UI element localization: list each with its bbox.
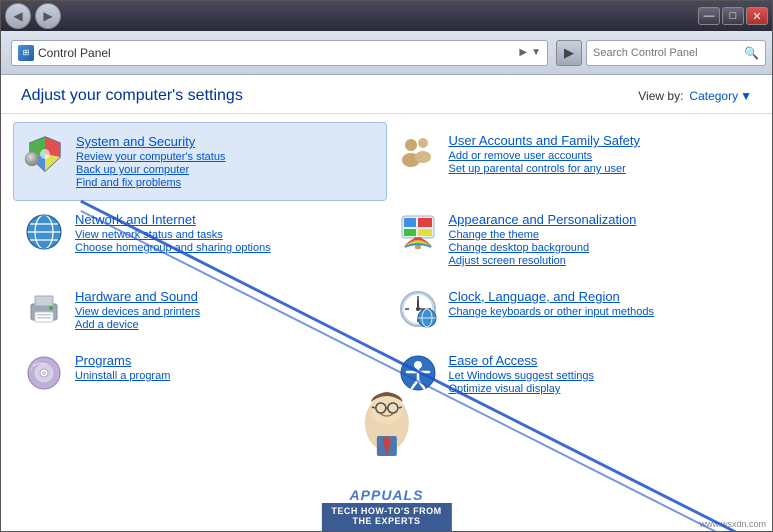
watermark-label: APPUALS bbox=[321, 488, 451, 503]
panel-text-network: Network and Internet View network status… bbox=[75, 211, 377, 255]
address-text: Control Panel bbox=[38, 46, 515, 60]
content-header: Adjust your computer's settings View by:… bbox=[1, 75, 772, 114]
panel-icon-network bbox=[23, 211, 65, 253]
panel-link-system-1[interactable]: Review your computer's status bbox=[76, 151, 376, 163]
panel-network[interactable]: Network and Internet View network status… bbox=[13, 201, 387, 278]
toolbar: ⊞ Control Panel ▶ ▼ ▶ 🔍 bbox=[1, 31, 772, 75]
watermark: APPUALS TECH HOW-TO'S FROMTHE EXPERTS bbox=[321, 388, 451, 531]
back-button[interactable]: ◀ bbox=[5, 3, 31, 29]
panel-link-hardware-1[interactable]: View devices and printers bbox=[75, 306, 377, 318]
panel-link-clock-1[interactable]: Change keyboards or other input methods bbox=[449, 306, 751, 318]
view-by-control: View by: Category ▼ bbox=[638, 89, 752, 103]
forward-button[interactable]: ▶ bbox=[35, 3, 61, 29]
watermark-figure bbox=[326, 388, 446, 488]
window-controls: — □ ✕ bbox=[698, 7, 768, 25]
wsxdn-label: www.wsxdn.com bbox=[699, 519, 766, 529]
panel-title-programs[interactable]: Programs bbox=[75, 353, 131, 368]
page-title: Adjust your computer's settings bbox=[21, 87, 243, 105]
panel-appearance[interactable]: Appearance and Personalization Change th… bbox=[387, 201, 761, 278]
panel-icon-system bbox=[24, 133, 66, 175]
panel-hardware[interactable]: Hardware and Sound View devices and prin… bbox=[13, 278, 387, 342]
panel-title-system[interactable]: System and Security bbox=[76, 134, 195, 149]
watermark-sublabel: TECH HOW-TO'S FROMTHE EXPERTS bbox=[321, 503, 451, 531]
search-icon: 🔍 bbox=[744, 46, 759, 60]
title-bar-left: ◀ ▶ bbox=[5, 3, 61, 29]
panel-link-users-1[interactable]: Add or remove user accounts bbox=[449, 150, 751, 162]
panel-link-network-2[interactable]: Choose homegroup and sharing options bbox=[75, 242, 377, 254]
panel-link-ease-2[interactable]: Optimize visual display bbox=[449, 383, 751, 395]
panel-title-clock[interactable]: Clock, Language, and Region bbox=[449, 289, 620, 304]
viewby-arrow: ▼ bbox=[740, 89, 752, 103]
address-icon: ⊞ bbox=[18, 45, 34, 61]
panel-link-ease-1[interactable]: Let Windows suggest settings bbox=[449, 370, 751, 382]
panel-title-appearance[interactable]: Appearance and Personalization bbox=[449, 212, 637, 227]
panel-icon-programs bbox=[23, 352, 65, 394]
title-bar: ◀ ▶ — □ ✕ bbox=[1, 1, 772, 31]
panel-icon-users bbox=[397, 132, 439, 174]
panel-link-users-2[interactable]: Set up parental controls for any user bbox=[449, 163, 751, 175]
panel-link-hardware-2[interactable]: Add a device bbox=[75, 319, 377, 331]
panel-link-appearance-2[interactable]: Change desktop background bbox=[449, 242, 751, 254]
panel-text-appearance: Appearance and Personalization Change th… bbox=[449, 211, 751, 268]
viewby-value: Category bbox=[689, 89, 738, 103]
panel-link-system-2[interactable]: Back up your computer bbox=[76, 164, 376, 176]
main-content: Adjust your computer's settings View by:… bbox=[1, 75, 772, 531]
panel-user-accounts[interactable]: User Accounts and Family Safety Add or r… bbox=[387, 122, 761, 201]
panel-title-users[interactable]: User Accounts and Family Safety bbox=[449, 133, 640, 148]
panel-text-system: System and Security Review your computer… bbox=[76, 133, 376, 190]
close-button[interactable]: ✕ bbox=[746, 7, 768, 25]
panel-text-hardware: Hardware and Sound View devices and prin… bbox=[75, 288, 377, 332]
panel-link-appearance-1[interactable]: Change the theme bbox=[449, 229, 751, 241]
panel-icon-hardware bbox=[23, 288, 65, 330]
panel-link-programs-1[interactable]: Uninstall a program bbox=[75, 370, 377, 382]
viewby-label: View by: bbox=[638, 89, 683, 103]
panel-link-appearance-3[interactable]: Adjust screen resolution bbox=[449, 255, 751, 267]
panels-grid: System and Security Review your computer… bbox=[1, 114, 772, 414]
main-window: ◀ ▶ — □ ✕ ⊞ Control Panel ▶ ▼ ▶ 🔍 Adjust… bbox=[0, 0, 773, 532]
panel-title-hardware[interactable]: Hardware and Sound bbox=[75, 289, 198, 304]
address-chevron[interactable]: ▼ bbox=[531, 47, 541, 58]
search-input[interactable] bbox=[593, 47, 740, 59]
viewby-dropdown[interactable]: Category ▼ bbox=[689, 89, 752, 103]
panel-text-clock: Clock, Language, and Region Change keybo… bbox=[449, 288, 751, 319]
go-button[interactable]: ▶ bbox=[556, 40, 582, 66]
panel-text-users: User Accounts and Family Safety Add or r… bbox=[449, 132, 751, 176]
panel-clock[interactable]: Clock, Language, and Region Change keybo… bbox=[387, 278, 761, 342]
minimize-button[interactable]: — bbox=[698, 7, 720, 25]
panel-text-ease: Ease of Access Let Windows suggest setti… bbox=[449, 352, 751, 396]
search-bar[interactable]: 🔍 bbox=[586, 40, 766, 66]
panel-title-ease[interactable]: Ease of Access bbox=[449, 353, 538, 368]
address-bar[interactable]: ⊞ Control Panel ▶ ▼ bbox=[11, 40, 548, 66]
panel-link-network-1[interactable]: View network status and tasks bbox=[75, 229, 377, 241]
maximize-button[interactable]: □ bbox=[722, 7, 744, 25]
panel-system-security[interactable]: System and Security Review your computer… bbox=[13, 122, 387, 201]
panel-icon-appearance bbox=[397, 211, 439, 253]
panel-title-network[interactable]: Network and Internet bbox=[75, 212, 196, 227]
panel-link-system-3[interactable]: Find and fix problems bbox=[76, 177, 376, 189]
panel-text-programs: Programs Uninstall a program bbox=[75, 352, 377, 383]
address-dropdown[interactable]: ▶ bbox=[519, 47, 527, 58]
panel-icon-clock bbox=[397, 288, 439, 330]
